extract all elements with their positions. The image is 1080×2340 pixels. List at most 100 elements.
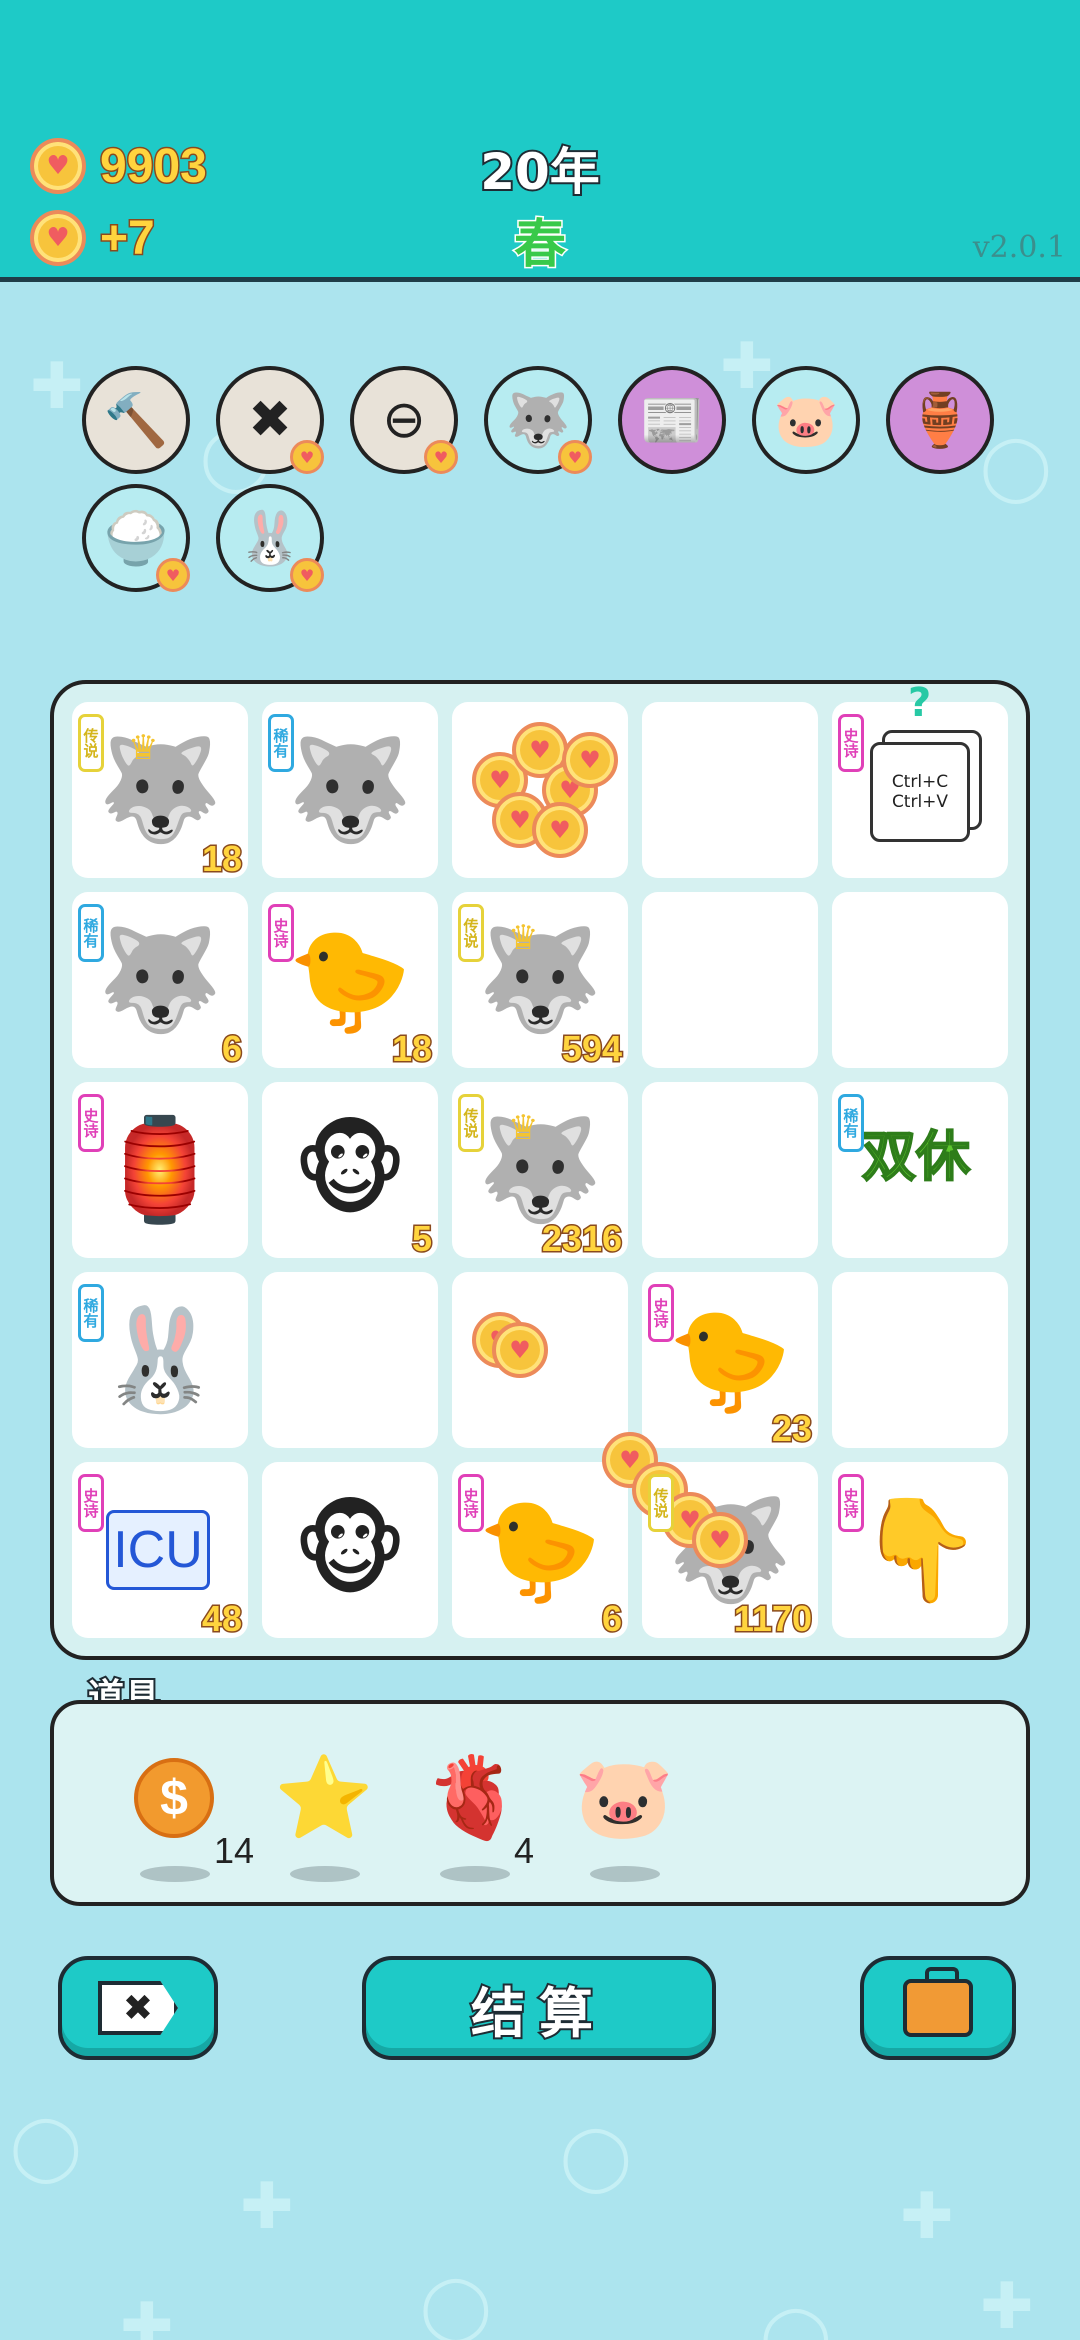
board-cell[interactable]: 🐺 ♛ 传说 2316: [452, 1082, 628, 1261]
board-cell[interactable]: [832, 1272, 1008, 1448]
board-cell[interactable]: 双休 稀有: [832, 1082, 1008, 1258]
inventory-button[interactable]: [860, 1956, 1016, 2060]
cell-count: 6: [600, 1597, 623, 1641]
relic-time-magazine[interactable]: 📰: [618, 366, 726, 474]
heart-badge-icon: ♥: [558, 440, 592, 474]
item-count: 4: [514, 1830, 535, 1871]
coin-pile: ♥♥: [472, 1292, 612, 1432]
relic-jar[interactable]: 🏺: [886, 366, 994, 474]
liver-glyph: 🫀: [424, 1751, 524, 1844]
briefcase-icon: [903, 1967, 973, 2037]
board-cell[interactable]: 🐺 ♛ 传说 18: [72, 702, 248, 881]
rarity-tag: 史诗: [78, 1094, 104, 1152]
weekend-text: 双休: [861, 1124, 971, 1189]
time-magazine-icon: 📰: [639, 390, 705, 451]
cell-count: 6: [220, 1027, 243, 1071]
cell-count: 1170: [732, 1597, 813, 1641]
copy-paste-card: Ctrl+C Ctrl+V: [870, 742, 970, 842]
ctrl-v-text: Ctrl+V: [891, 792, 949, 812]
rarity-tag: 史诗: [648, 1284, 674, 1342]
item-slot[interactable]: $14: [118, 1748, 254, 1882]
top-status-bar: ♥ 9903 ♥ +7 20年 春 v2.0.1: [0, 0, 1080, 282]
heart-coin-icon: ♥: [562, 732, 618, 788]
board-cell[interactable]: 🐤 史诗 18: [262, 892, 438, 1071]
item-shadow: [290, 1866, 360, 1882]
monkey-icon: 🐵: [292, 1491, 408, 1609]
rice-bowl-icon: 🍚: [103, 508, 169, 569]
board-cell[interactable]: 👇 史诗: [832, 1462, 1008, 1638]
ctrl-c-text: Ctrl+C: [891, 772, 949, 792]
board-cell[interactable]: [642, 892, 818, 1068]
star-glyph: ⭐: [274, 1751, 374, 1844]
cell-count: 18: [200, 837, 243, 881]
crown-icon: ♛: [508, 918, 539, 958]
heart-badge-icon: ♥: [290, 558, 324, 592]
board-cell[interactable]: 🐺♥♥♥♥传说1170: [602, 1432, 818, 1641]
board-cell[interactable]: 🐵 5: [262, 1082, 438, 1261]
husky-icon: 🐺: [505, 390, 571, 451]
heart-badge-icon: ♥: [424, 440, 458, 474]
item-slot[interactable]: 🐷: [568, 1748, 688, 1882]
crown-icon: ♛: [128, 728, 159, 768]
rarity-tag: 稀有: [268, 714, 294, 772]
cell-count: 594: [560, 1027, 623, 1071]
heart-badge-icon: ♥: [156, 558, 190, 592]
hammer-icon: 🔨: [103, 390, 169, 451]
heart-coin-icon: ♥: [692, 1512, 748, 1568]
dollar-coin: $: [134, 1758, 214, 1838]
rarity-tag: 史诗: [838, 1474, 864, 1532]
icu-sign: ICU: [106, 1510, 210, 1590]
board-cell[interactable]: 🐺 ♛ 传说 594: [452, 892, 628, 1071]
board-cell[interactable]: 🐵: [262, 1462, 438, 1638]
board-cell[interactable]: ICU 史诗 48: [72, 1462, 248, 1641]
board-cell[interactable]: [832, 892, 1008, 1068]
jar-icon: 🏺: [907, 390, 973, 451]
relic-rabbit[interactable]: 🐰 ♥: [216, 484, 324, 592]
delete-tag-icon: ✖: [98, 1981, 178, 2035]
board-cell[interactable]: 🐤 史诗 23: [642, 1272, 818, 1451]
board-cell[interactable]: 🏮 史诗: [72, 1082, 248, 1258]
relic-no-entry[interactable]: ⊖ ♥: [350, 366, 458, 474]
item-slot[interactable]: 🫀 4: [418, 1748, 538, 1882]
cell-count: 5: [410, 1217, 433, 1261]
board-cell[interactable]: [642, 702, 818, 878]
item-shadow: [590, 1866, 660, 1882]
piggy-bank-icon: 🐷: [773, 390, 839, 451]
version-label: v2.0.1: [972, 230, 1066, 265]
dollar-coin-icon: $: [124, 1748, 224, 1848]
delete-button[interactable]: ✖: [58, 1956, 218, 2060]
board-cell[interactable]: [262, 1272, 438, 1448]
heart-badge-icon: ♥: [290, 440, 324, 474]
relic-hammer[interactable]: 🔨: [82, 366, 190, 474]
board-cell[interactable]: 🐤 史诗 6: [452, 1462, 628, 1641]
relic-delete-tag[interactable]: ✖ ♥: [216, 366, 324, 474]
settle-label: 结算: [469, 1980, 607, 2047]
cell-count: 2316: [540, 1217, 623, 1261]
rarity-tag: 传说: [458, 904, 484, 962]
board-cell[interactable]: ♥ ♥ ♥ ♥ ♥ ♥: [452, 702, 628, 878]
item-slot[interactable]: ⭐: [268, 1748, 388, 1882]
heart-coin-icon: ♥: [532, 802, 588, 858]
piggy-bank-glyph: 🐷: [574, 1751, 674, 1844]
board-cell[interactable]: 🐺 稀有 6: [72, 892, 248, 1071]
rabbit-icon: 🐰: [237, 508, 303, 569]
rarity-tag: 史诗: [458, 1474, 484, 1532]
items-panel: $14 ⭐ 🫀 4 🐷: [50, 1700, 1030, 1906]
rarity-tag: 史诗: [838, 714, 864, 772]
question-mark: ?: [908, 680, 932, 726]
year-label: 20年: [478, 141, 602, 203]
board-cell[interactable]: 🐺 稀有: [262, 702, 438, 878]
star-icon: ⭐: [274, 1748, 374, 1848]
relic-husky[interactable]: 🐺 ♥: [484, 366, 592, 474]
board-cell[interactable]: Ctrl+C Ctrl+V? 史诗: [832, 680, 1008, 878]
relic-rice-bowl[interactable]: 🍚 ♥: [82, 484, 190, 592]
board-cell[interactable]: ♥♥: [452, 1272, 628, 1448]
relic-piggy-bank[interactable]: 🐷: [752, 366, 860, 474]
board-cell[interactable]: 🐰 稀有: [72, 1272, 248, 1448]
rarity-tag: 稀有: [838, 1094, 864, 1152]
heart-coin-icon: ♥: [492, 1322, 548, 1378]
board-cell[interactable]: [642, 1082, 818, 1258]
cell-count: 48: [200, 1597, 243, 1641]
rarity-tag: 传说: [458, 1094, 484, 1152]
settle-button[interactable]: 结算: [362, 1956, 716, 2060]
